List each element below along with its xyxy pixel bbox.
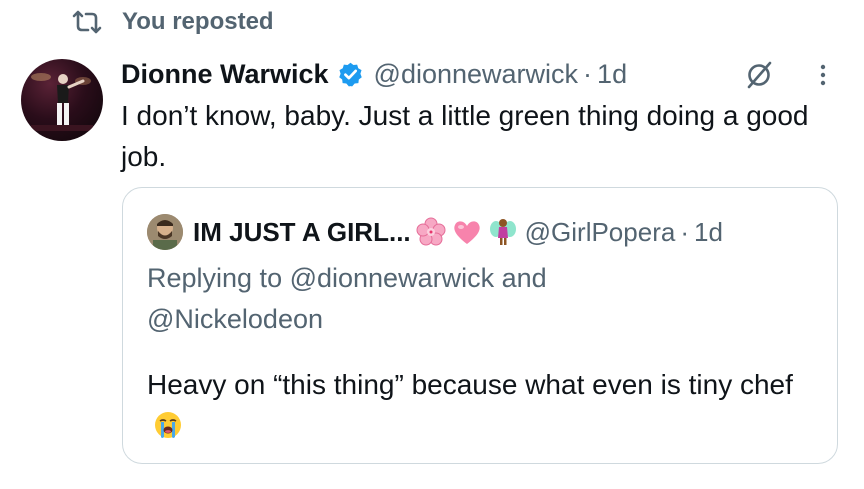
repost-label: You reposted xyxy=(122,8,274,35)
post-header: Dionne Warwick @dionnewarwick · 1d xyxy=(121,55,627,93)
author-avatar[interactable] xyxy=(21,59,103,141)
replying-to: Replying to @dionnewarwick and @Nickelod… xyxy=(147,258,747,340)
cherry-blossom-emoji xyxy=(416,217,446,246)
verified-badge-icon[interactable] xyxy=(337,61,364,88)
quoted-post-text: Heavy on “this thing” because what even … xyxy=(147,364,807,446)
grok-icon[interactable] xyxy=(744,60,774,90)
fairy-emoji xyxy=(489,219,516,245)
quoted-post-text-body: Heavy on “this thing” because what even … xyxy=(147,369,793,400)
author-name[interactable]: Dionne Warwick xyxy=(121,59,329,90)
quoted-avatar-photo xyxy=(147,214,183,250)
more-icon[interactable] xyxy=(813,60,833,90)
pink-heart-emoji xyxy=(453,221,480,244)
avatar-photo xyxy=(31,73,93,131)
author-handle[interactable]: @dionnewarwick xyxy=(374,59,579,90)
quoted-author-name[interactable]: IM JUST A GIRL... xyxy=(193,217,411,248)
post-timestamp[interactable]: 1d xyxy=(597,59,627,90)
post-text: I don’t know, baby. Just a little green … xyxy=(121,100,809,172)
replying-to-line-1: Replying to @dionnewarwick and xyxy=(147,263,547,293)
quoted-author-handle[interactable]: @GirlPopera xyxy=(525,217,676,248)
repost-indicator[interactable]: You reposted xyxy=(70,6,274,38)
quoted-author-avatar[interactable] xyxy=(147,214,183,250)
quoted-timestamp[interactable]: 1d xyxy=(694,217,723,248)
quoted-post-header: IM JUST A GIRL... @GirlPopera · 1d xyxy=(147,212,723,252)
replying-to-line-2[interactable]: @Nickelodeon xyxy=(147,299,747,340)
quoted-post[interactable]: IM JUST A GIRL... @GirlPopera · 1d Reply… xyxy=(122,187,838,464)
separator-dot: · xyxy=(680,216,689,247)
repost-icon xyxy=(72,10,102,34)
loudly-crying-face-emoji xyxy=(155,412,181,438)
separator-dot: · xyxy=(583,58,593,89)
